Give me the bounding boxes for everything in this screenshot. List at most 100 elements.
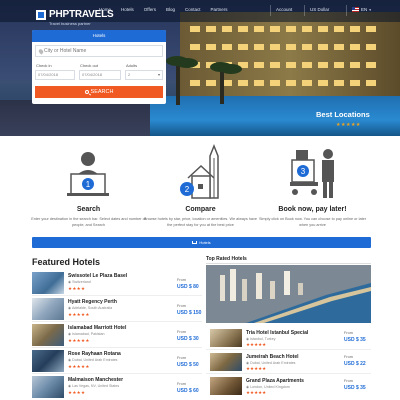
hotel-rating: ★★★★	[68, 286, 86, 291]
feature-description: Simply click on Book now. You can choose…	[258, 217, 366, 227]
svg-text:3: 3	[301, 167, 306, 176]
price-from-label: From	[344, 379, 353, 383]
hotel-location: ◉ London, United Kingdom	[246, 385, 290, 389]
main-nav: Home Hotels Offers Blog Contact Partners	[99, 7, 228, 12]
hero-rating-stars: ★★★★★	[336, 122, 361, 128]
hero-caption: Best Locations	[316, 110, 370, 119]
price-from-label: From	[177, 278, 186, 282]
nav-home[interactable]: Home	[99, 7, 111, 12]
list-item[interactable]: Grand Plaza Apartments ◉ London, United …	[206, 374, 371, 398]
list-item[interactable]: Rose Rayhaan Rotana ◉ Dubai, United Arab…	[32, 348, 202, 374]
hotel-thumbnail[interactable]	[210, 377, 242, 395]
hotel-rating: ★★★★★	[68, 364, 90, 369]
top-rated-featured-image[interactable]	[206, 265, 371, 323]
adults-label: Adults	[126, 63, 138, 68]
hotel-name[interactable]: Rose Rayhaan Rotana	[68, 351, 121, 357]
city-buildings-icon: 2	[180, 144, 219, 199]
hotel-price: USD $ 35	[344, 337, 366, 343]
list-item[interactable]: Islamabad Marriott Hotel ◉ Islamabad, Pa…	[32, 322, 202, 348]
hotel-name[interactable]: Hyatt Regency Perth	[68, 299, 117, 305]
checkin-field[interactable]: 07/04/2018	[35, 70, 75, 80]
price-from-label: From	[177, 382, 186, 386]
adults-select[interactable]: 2 ▾	[125, 70, 163, 80]
list-item[interactable]: Swissotel Le Plaza Basel ◉ Switzerland ★…	[32, 270, 202, 296]
nav-contact[interactable]: Contact	[185, 7, 201, 12]
hotel-rating: ★★★★★	[68, 338, 90, 343]
hotel-price: USD $ 22	[344, 361, 366, 367]
search-icon	[84, 89, 89, 94]
feature-title: Search	[76, 206, 101, 213]
language-label: EN	[361, 7, 368, 12]
divider	[206, 263, 371, 264]
hotel-location: ◉ Islamabad, Pakistan	[68, 332, 105, 336]
hotel-thumbnail[interactable]	[32, 324, 64, 346]
chevron-down-icon: ▾	[369, 7, 372, 12]
hotel-rating: ★★★★★	[68, 312, 90, 317]
hotel-thumbnail[interactable]	[210, 353, 242, 371]
search-panel: Hotels Check in 07/04/2018 Check out 07/…	[32, 30, 166, 104]
hotel-location: ◉ Dubai, United Arab Emirates	[246, 361, 296, 365]
hero-hotel-building	[180, 12, 400, 104]
svg-text:2: 2	[185, 185, 190, 194]
hotel-rating: ★★★★★	[246, 390, 267, 395]
how-it-works-section: 1 Search Enter your destination in the s…	[0, 136, 400, 236]
nav-hotels[interactable]: Hotels	[121, 7, 134, 12]
hotel-price: USD $ 30	[177, 336, 199, 342]
price-from-label: From	[344, 355, 353, 359]
us-flag-icon	[352, 7, 359, 12]
price-from-label: From	[177, 304, 186, 308]
hotel-thumbnail[interactable]	[32, 376, 64, 398]
hotel-price: USD $ 50	[177, 362, 199, 368]
hotel-name[interactable]: Grand Plaza Apartments	[246, 378, 304, 384]
price-from-label: From	[177, 356, 186, 360]
list-item[interactable]: Hyatt Regency Perth ◉ Adelaide, South Au…	[32, 296, 202, 322]
hotel-name[interactable]: Tria Hotel Istanbul Special	[246, 330, 308, 336]
hotel-thumbnail[interactable]	[210, 329, 242, 347]
chevron-down-icon: ▾	[157, 72, 160, 77]
hotel-price: USD $ 35	[344, 385, 366, 391]
hotel-location: ◉ Adelaide, South Australia	[68, 306, 113, 310]
search-button-label: SEARCH	[90, 89, 114, 95]
language-selector[interactable]: EN ▾	[352, 7, 371, 12]
currency-selector[interactable]: US Dollar	[310, 7, 329, 12]
hotel-rating: ★★★★	[68, 390, 86, 395]
checkin-label: Check in	[36, 63, 52, 68]
hotels-tab-bar[interactable]: Hotels	[32, 237, 371, 248]
hotel-name[interactable]: Malmaison Manchester	[68, 377, 123, 383]
list-item[interactable]: Tria Hotel Istanbul Special ◉ Istanbul, …	[206, 326, 371, 350]
hotel-name[interactable]: Swissotel Le Plaza Basel	[68, 273, 127, 279]
list-item[interactable]: Jumeirah Beach Hotel ◉ Dubai, United Ara…	[206, 350, 371, 374]
hotel-thumbnail[interactable]	[32, 350, 64, 372]
coastal-city-image	[206, 265, 371, 323]
hotel-thumbnail[interactable]	[32, 272, 64, 294]
price-from-label: From	[344, 331, 353, 335]
hotel-name[interactable]: Islamabad Marriott Hotel	[68, 325, 126, 331]
feature-description: Enter your destination in the search bar…	[31, 217, 146, 227]
bed-icon	[192, 241, 198, 244]
laptop-user-icon: 1	[67, 152, 109, 196]
feature-title: Book now, pay later!	[278, 206, 347, 213]
city-field[interactable]	[35, 45, 163, 57]
nav-partners[interactable]: Partners	[210, 7, 227, 12]
luggage-cart-icon: 3	[290, 149, 334, 198]
hotel-rating: ★★★★★	[246, 342, 267, 347]
feature-description: Browse hotels by star, price, location o…	[143, 217, 258, 227]
city-input[interactable]	[44, 46, 160, 56]
hotel-location: ◉ Dubai, United Arab Emirates	[68, 358, 118, 362]
nav-blog[interactable]: Blog	[166, 7, 175, 12]
checkout-field[interactable]: 07/04/2018	[79, 70, 121, 80]
hotel-thumbnail[interactable]	[32, 298, 64, 320]
hotel-location: ◉ Istanbul, Turkey	[246, 337, 276, 341]
hotel-location: ◉ Switzerland	[68, 280, 91, 284]
tab-hotels[interactable]: Hotels	[32, 30, 166, 42]
adults-value: 2	[128, 72, 131, 77]
search-button[interactable]: SEARCH	[35, 86, 163, 98]
top-rated-title: Top Rated Hotels	[206, 256, 247, 262]
svg-text:1: 1	[86, 180, 91, 189]
hotel-name[interactable]: Jumeirah Beach Hotel	[246, 354, 299, 360]
nav-offers[interactable]: Offers	[144, 7, 156, 12]
hotel-rating: ★★★★★	[246, 366, 267, 371]
list-item[interactable]: Malmaison Manchester ◉ Las Vegas, NV, Un…	[32, 374, 202, 400]
hotel-location: ◉ Las Vegas, NV, United States	[68, 384, 120, 388]
account-menu[interactable]: Account	[276, 7, 292, 12]
